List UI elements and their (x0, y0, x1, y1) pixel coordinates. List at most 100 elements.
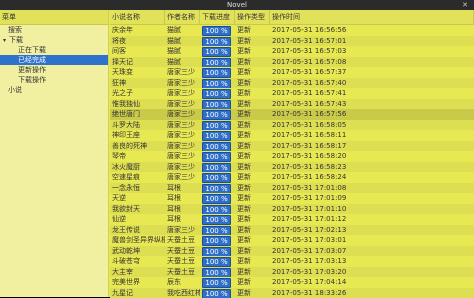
tree-item[interactable]: ▾下载 (0, 35, 108, 45)
table-row[interactable]: 龙王传说唐家三少100 %更新2017-05-31 17:02:13 (110, 225, 474, 236)
cell-author: 天蚕土豆 (165, 256, 200, 267)
table-row[interactable]: 光之子唐家三少100 %更新2017-05-31 16:57:41 (110, 88, 474, 99)
tree-item[interactable]: 已经完成 (0, 55, 108, 65)
cell-author: 唐家三少 (165, 67, 200, 78)
close-icon[interactable]: ✕ (460, 0, 470, 10)
table-body: 庆余年猫腻100 %更新2017-05-31 16:56:56将夜猫腻100 %… (110, 25, 474, 298)
cell-time: 2017-05-31 16:57:03 (270, 46, 474, 57)
cell-type: 更新 (235, 214, 270, 225)
cell-name: 我欲封天 (110, 204, 165, 215)
column-header[interactable]: 下载进度 (200, 10, 235, 24)
cell-progress: 100 % (200, 57, 235, 68)
cell-progress: 100 % (200, 36, 235, 47)
cell-progress: 100 % (200, 120, 235, 131)
cell-type: 更新 (235, 151, 270, 162)
cell-type: 更新 (235, 78, 270, 89)
cell-name: 冰火魔厨 (110, 162, 165, 173)
table-row[interactable]: 魔兽剑圣异界纵横天蚕土豆100 %更新2017-05-31 17:03:01 (110, 235, 474, 246)
cell-progress: 100 % (200, 130, 235, 141)
cell-type: 更新 (235, 109, 270, 120)
table-row[interactable]: 天逆耳根100 %更新2017-05-31 17:01:09 (110, 193, 474, 204)
cell-progress: 100 % (200, 288, 235, 298)
progress-bar: 100 % (202, 247, 231, 257)
cell-author: 唐家三少 (165, 172, 200, 183)
app-window: Novel ✕ 菜单 搜索▾下载正在下载已经完成更新操作下载操作小说 小说名称作… (0, 0, 474, 297)
table-row[interactable]: 完美世界辰东100 %更新2017-05-31 17:04:14 (110, 277, 474, 288)
table-row[interactable]: 庆余年猫腻100 %更新2017-05-31 16:56:56 (110, 25, 474, 36)
table-row[interactable]: 斗破苍穹天蚕土豆100 %更新2017-05-31 17:03:13 (110, 256, 474, 267)
table-row[interactable]: 空速星痕唐家三少100 %更新2017-05-31 16:58:24 (110, 172, 474, 183)
cell-type: 更新 (235, 193, 270, 204)
column-header[interactable]: 操作类型 (235, 10, 270, 24)
cell-name: 魔兽剑圣异界纵横 (110, 235, 165, 246)
column-header[interactable]: 作者名称 (165, 10, 200, 24)
cell-progress: 100 % (200, 172, 235, 183)
cell-name: 惟我独仙 (110, 99, 165, 110)
cell-type: 更新 (235, 141, 270, 152)
table-row[interactable]: 斗罗大陆唐家三少100 %更新2017-05-31 16:58:05 (110, 120, 474, 131)
table-row[interactable]: 冰火魔厨唐家三少100 %更新2017-05-31 16:58:23 (110, 162, 474, 173)
tree-item-label: 更新操作 (18, 66, 46, 74)
cell-time: 2017-05-31 16:57:37 (270, 67, 474, 78)
tree-item-label: 下载 (9, 36, 23, 44)
cell-name: 择天记 (110, 57, 165, 68)
cell-name: 光之子 (110, 88, 165, 99)
cell-author: 我吃西红柿 (165, 288, 200, 298)
progress-bar: 100 % (202, 100, 231, 110)
cell-time: 2017-05-31 16:57:40 (270, 78, 474, 89)
cell-name: 空速星痕 (110, 172, 165, 183)
tree-item[interactable]: 更新操作 (0, 65, 108, 75)
progress-bar: 100 % (202, 68, 231, 78)
table-row[interactable]: 间客猫腻100 %更新2017-05-31 16:57:03 (110, 46, 474, 57)
cell-type: 更新 (235, 57, 270, 68)
cell-time: 2017-05-31 17:03:01 (270, 235, 474, 246)
table-row[interactable]: 琴帝唐家三少100 %更新2017-05-31 16:58:20 (110, 151, 474, 162)
table-row[interactable]: 仙逆耳根100 %更新2017-05-31 17:01:12 (110, 214, 474, 225)
table-row[interactable]: 惟我独仙唐家三少100 %更新2017-05-31 16:57:43 (110, 99, 474, 110)
table-row[interactable]: 神印王座唐家三少100 %更新2017-05-31 16:58:11 (110, 130, 474, 141)
progress-bar: 100 % (202, 142, 231, 152)
cell-time: 2017-05-31 16:56:56 (270, 25, 474, 36)
tree-item[interactable]: 正在下载 (0, 45, 108, 55)
cell-progress: 100 % (200, 183, 235, 194)
table-row[interactable]: 绝世唐门唐家三少100 %更新2017-05-31 16:57:56 (110, 109, 474, 120)
tree-item[interactable]: 下载操作 (0, 75, 108, 85)
progress-bar: 100 % (202, 37, 231, 47)
table-row[interactable]: 一念永恒耳根100 %更新2017-05-31 17:01:08 (110, 183, 474, 194)
cell-author: 猫腻 (165, 46, 200, 57)
progress-bar: 100 % (202, 205, 231, 215)
cell-name: 一念永恒 (110, 183, 165, 194)
menu-header[interactable]: 菜单 (0, 10, 108, 25)
column-header[interactable]: 小说名称 (110, 10, 165, 24)
cell-type: 更新 (235, 183, 270, 194)
cell-author: 唐家三少 (165, 162, 200, 173)
table-row[interactable]: 择天记猫腻100 %更新2017-05-31 16:57:08 (110, 57, 474, 68)
tree-item[interactable]: 搜索 (0, 25, 108, 35)
table-row[interactable]: 我欲封天耳根100 %更新2017-05-31 17:01:10 (110, 204, 474, 215)
tree-item[interactable]: 小说 (0, 85, 108, 95)
progress-bar: 100 % (202, 26, 231, 36)
cell-type: 更新 (235, 235, 270, 246)
cell-type: 更新 (235, 162, 270, 173)
cell-type: 更新 (235, 25, 270, 36)
table-row[interactable]: 天珠变唐家三少100 %更新2017-05-31 16:57:37 (110, 67, 474, 78)
column-header[interactable]: 操作时间 (270, 10, 474, 24)
window-title: Novel (0, 0, 474, 10)
cell-author: 唐家三少 (165, 151, 200, 162)
table-row[interactable]: 将夜猫腻100 %更新2017-05-31 16:57:01 (110, 36, 474, 47)
cell-progress: 100 % (200, 235, 235, 246)
cell-author: 猫腻 (165, 25, 200, 36)
table-row[interactable]: 狂神唐家三少100 %更新2017-05-31 16:57:40 (110, 78, 474, 89)
cell-name: 完美世界 (110, 277, 165, 288)
table-row[interactable]: 大主宰天蚕土豆100 %更新2017-05-31 17:03:20 (110, 267, 474, 278)
cell-author: 唐家三少 (165, 109, 200, 120)
table-row[interactable]: 善良的死神唐家三少100 %更新2017-05-31 16:58:17 (110, 141, 474, 152)
cell-time: 2017-05-31 16:58:11 (270, 130, 474, 141)
cell-type: 更新 (235, 288, 270, 298)
cell-name: 龙王传说 (110, 225, 165, 236)
progress-bar: 100 % (202, 58, 231, 68)
cell-author: 唐家三少 (165, 225, 200, 236)
table-row[interactable]: 九星记我吃西红柿100 %更新2017-05-31 18:33:26 (110, 288, 474, 298)
progress-bar: 100 % (202, 152, 231, 162)
table-row[interactable]: 武动乾坤天蚕土豆100 %更新2017-05-31 17:03:07 (110, 246, 474, 257)
